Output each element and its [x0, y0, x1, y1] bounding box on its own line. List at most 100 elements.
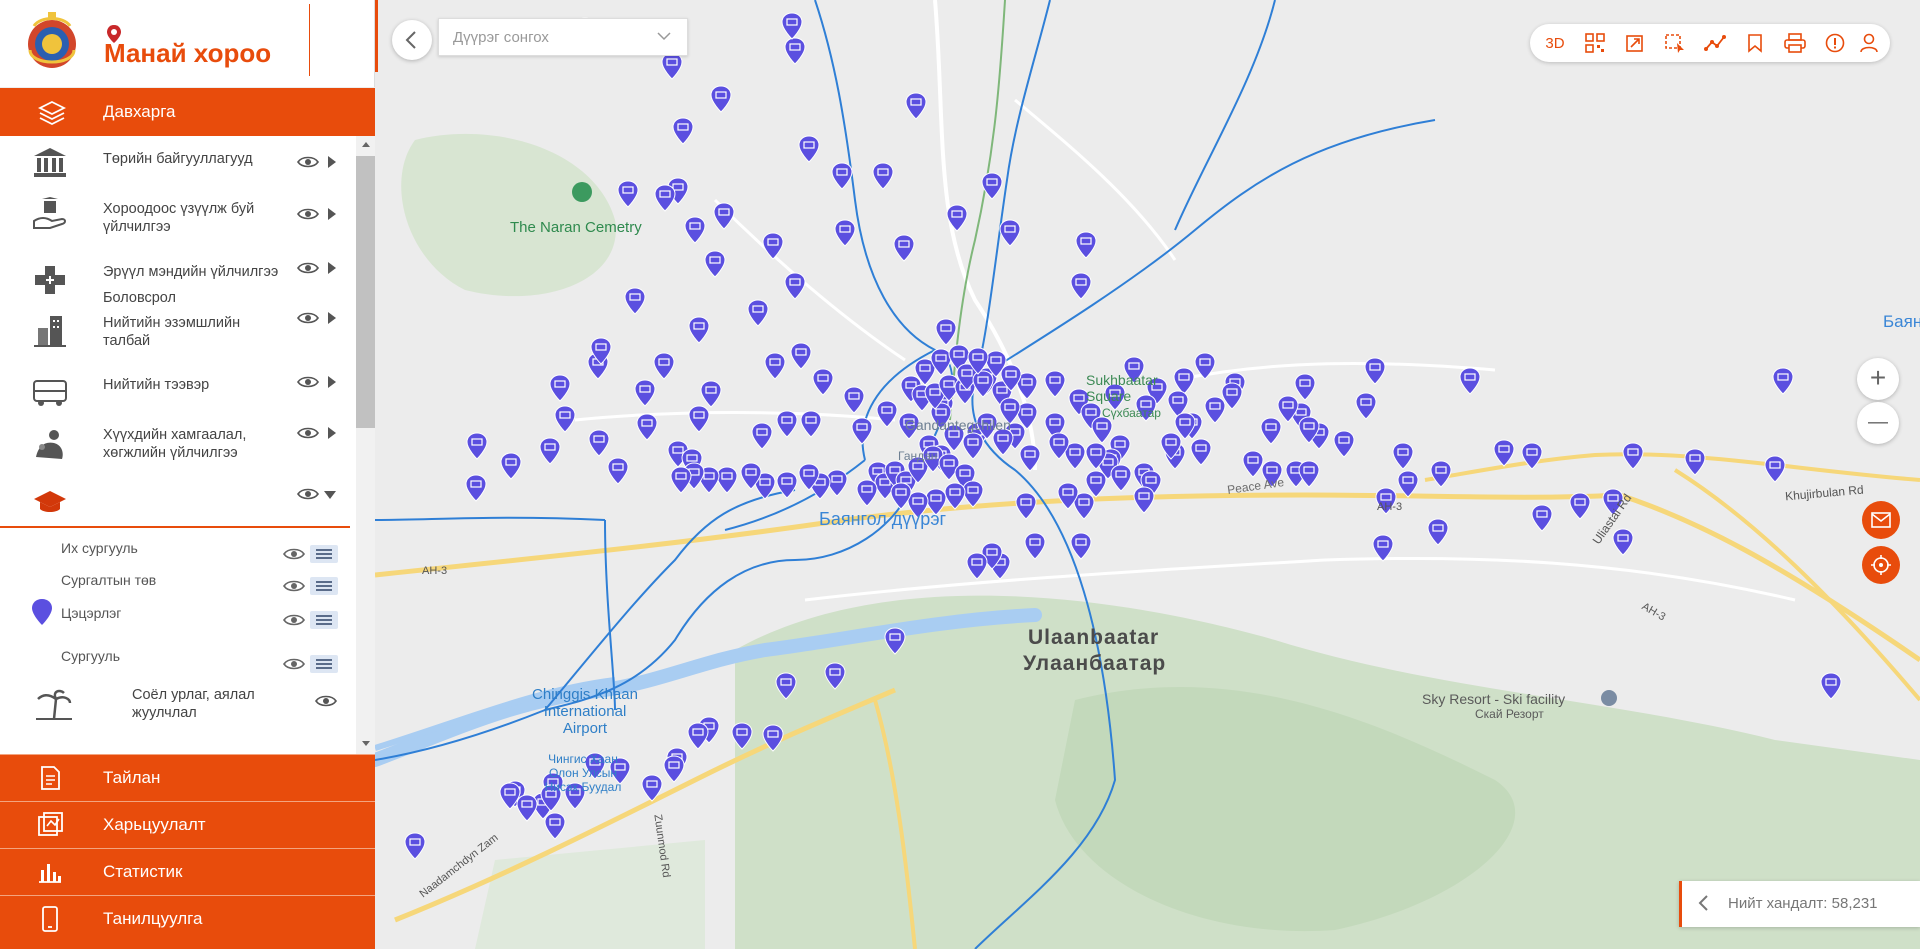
visibility-eye-icon[interactable] — [283, 657, 305, 671]
visibility-eye-icon[interactable] — [283, 613, 305, 627]
visibility-eye-icon[interactable] — [297, 207, 319, 221]
feedback-button[interactable] — [1862, 501, 1900, 539]
cemetery-poi-icon — [572, 182, 592, 202]
brand-header: Манай хороо — [0, 0, 375, 88]
layer-label: Эрүүл мэндийн үйлчилгээ — [103, 264, 279, 280]
child-care-icon — [30, 426, 70, 462]
visibility-eye-icon[interactable] — [297, 261, 319, 275]
app: The Naran Cemetry Баянгол дүүрэг Gandant… — [0, 0, 1920, 949]
map-accent-edge — [375, 0, 378, 72]
share-icon[interactable] — [1622, 31, 1648, 55]
expand-arrow-icon[interactable] — [328, 376, 336, 388]
zoom-out-button[interactable]: — — [1857, 402, 1899, 444]
nav-statistics[interactable]: Статистик — [0, 848, 375, 895]
visibility-eye-icon[interactable] — [283, 547, 305, 561]
expand-arrow-icon[interactable] — [328, 208, 336, 220]
legend-list-button[interactable] — [310, 655, 338, 673]
chevron-left-icon — [405, 31, 416, 49]
legend-list-button[interactable] — [310, 611, 338, 629]
cemetery-label: The Naran Cemetry — [510, 219, 642, 236]
select-area-icon[interactable] — [1662, 31, 1688, 55]
kindergarten-marker-icon — [32, 599, 52, 625]
total-visits-panel[interactable]: Нийт хандалт: 58,231 — [1679, 881, 1920, 927]
gandan-mn-label: Гандан — [898, 449, 938, 463]
collapse-arrow-icon[interactable] — [324, 491, 336, 499]
layer-row-child-protection[interactable]: Хүүхдийн хамгаалал, хөгжлийн үйлчилгээ — [0, 412, 356, 474]
brand-title: Манай хороо — [104, 38, 272, 68]
mail-icon — [1871, 512, 1891, 528]
report-icon — [41, 766, 60, 790]
expand-arrow-icon[interactable] — [328, 156, 336, 168]
graduation-cap-icon — [30, 484, 70, 520]
mongolia-emblem-logo — [28, 12, 76, 68]
sublayer-label: Сургууль — [61, 648, 121, 664]
ski-resort-mn-label: Скай Резорт — [1475, 707, 1544, 721]
hand-service-icon — [30, 196, 70, 232]
square-mn-label: Сүхбаатар — [1102, 406, 1161, 420]
visibility-eye-icon[interactable] — [297, 311, 319, 325]
layer-row-culture[interactable]: Соёл урлаг, аялал жуулчлал — [0, 676, 356, 736]
qr-icon[interactable] — [1582, 31, 1608, 55]
legend-list-button[interactable] — [310, 545, 338, 563]
measure-line-icon[interactable] — [1702, 31, 1728, 55]
map-toolbar: 3D — [1530, 24, 1890, 62]
scroll-down-arrow[interactable] — [362, 741, 370, 746]
map-canvas[interactable]: The Naran Cemetry Баянгол дүүрэг Gandant… — [375, 0, 1920, 949]
airport-label: Chinggis Khaan International Airport — [532, 686, 638, 737]
expand-arrow-icon[interactable] — [328, 312, 336, 324]
sublayer-label: Сургалтын төв — [61, 572, 157, 588]
square-label: Sukhbaatar Square — [1086, 372, 1158, 404]
district-select-placeholder: Дүүрэг сонгох — [453, 29, 549, 46]
user-icon[interactable] — [1856, 31, 1882, 55]
layers-icon — [38, 98, 66, 126]
layer-label: Нийтийн эзэмшлийн талбай — [103, 315, 241, 349]
info-icon[interactable] — [1822, 31, 1848, 55]
layer-label: Нийтийн тээвэр — [103, 377, 210, 393]
bookmark-icon[interactable] — [1742, 31, 1768, 55]
district-select[interactable]: Дүүрэг сонгох — [438, 18, 688, 56]
map-edge-label: Баян — [1883, 312, 1920, 331]
gandan-label: Gandantegchilen — [905, 417, 1011, 433]
brand-divider — [309, 4, 310, 76]
total-visits-text: Нийт хандалт: 58,231 — [1728, 895, 1878, 912]
visibility-eye-icon[interactable] — [297, 426, 319, 440]
zoom-in-button[interactable]: + — [1857, 358, 1899, 400]
visibility-eye-icon[interactable] — [315, 694, 337, 708]
nav-label: Статистик — [103, 862, 183, 881]
city-label-en: Ulaanbaatar — [1028, 626, 1160, 649]
legend-list-button[interactable] — [310, 577, 338, 595]
map-base-layer — [375, 0, 1920, 949]
layer-label: Хороодоос үзүүлж буй үйлчилгээ — [103, 201, 255, 235]
scroll-up-arrow[interactable] — [362, 142, 370, 147]
education-active-underline — [0, 526, 350, 528]
expand-arrow-icon[interactable] — [328, 262, 336, 274]
scrollbar-thumb[interactable] — [356, 156, 375, 428]
visibility-eye-icon[interactable] — [297, 375, 319, 389]
sublayer-label: Их сургууль — [61, 540, 138, 556]
layer-row-public-area[interactable]: Нийтийн эзэмшлийн талбай — [0, 298, 356, 360]
government-building-icon — [30, 144, 70, 180]
palm-tree-icon — [34, 686, 74, 722]
nav-label: Танилцуулга — [103, 909, 203, 928]
nav-report[interactable]: Тайлан — [0, 754, 375, 801]
layers-header[interactable]: Давхарга — [0, 88, 375, 136]
toolbar-3d-button[interactable]: 3D — [1542, 31, 1568, 55]
layer-label: Боловсрол — [103, 290, 177, 306]
layers-header-label: Давхарга — [103, 102, 176, 121]
visibility-eye-icon[interactable] — [297, 487, 319, 501]
ski-resort-pin-icon — [1601, 690, 1617, 706]
print-icon[interactable] — [1782, 31, 1808, 55]
phone-icon — [42, 906, 58, 932]
health-cross-icon — [30, 262, 70, 298]
ah3-west-label: AH-3 — [422, 565, 448, 577]
city-label-mn: Улаанбаатар — [1023, 652, 1167, 675]
expand-arrow-icon[interactable] — [328, 427, 336, 439]
comparison-icon — [38, 812, 63, 836]
locate-me-button[interactable] — [1862, 546, 1900, 584]
nav-comparison[interactable]: Харьцуулалт — [0, 801, 375, 848]
visibility-eye-icon[interactable] — [297, 155, 319, 169]
nav-introduction[interactable]: Танилцуулга — [0, 895, 375, 949]
bus-icon — [30, 374, 70, 410]
visibility-eye-icon[interactable] — [283, 579, 305, 593]
collapse-sidebar-button[interactable] — [392, 20, 432, 60]
